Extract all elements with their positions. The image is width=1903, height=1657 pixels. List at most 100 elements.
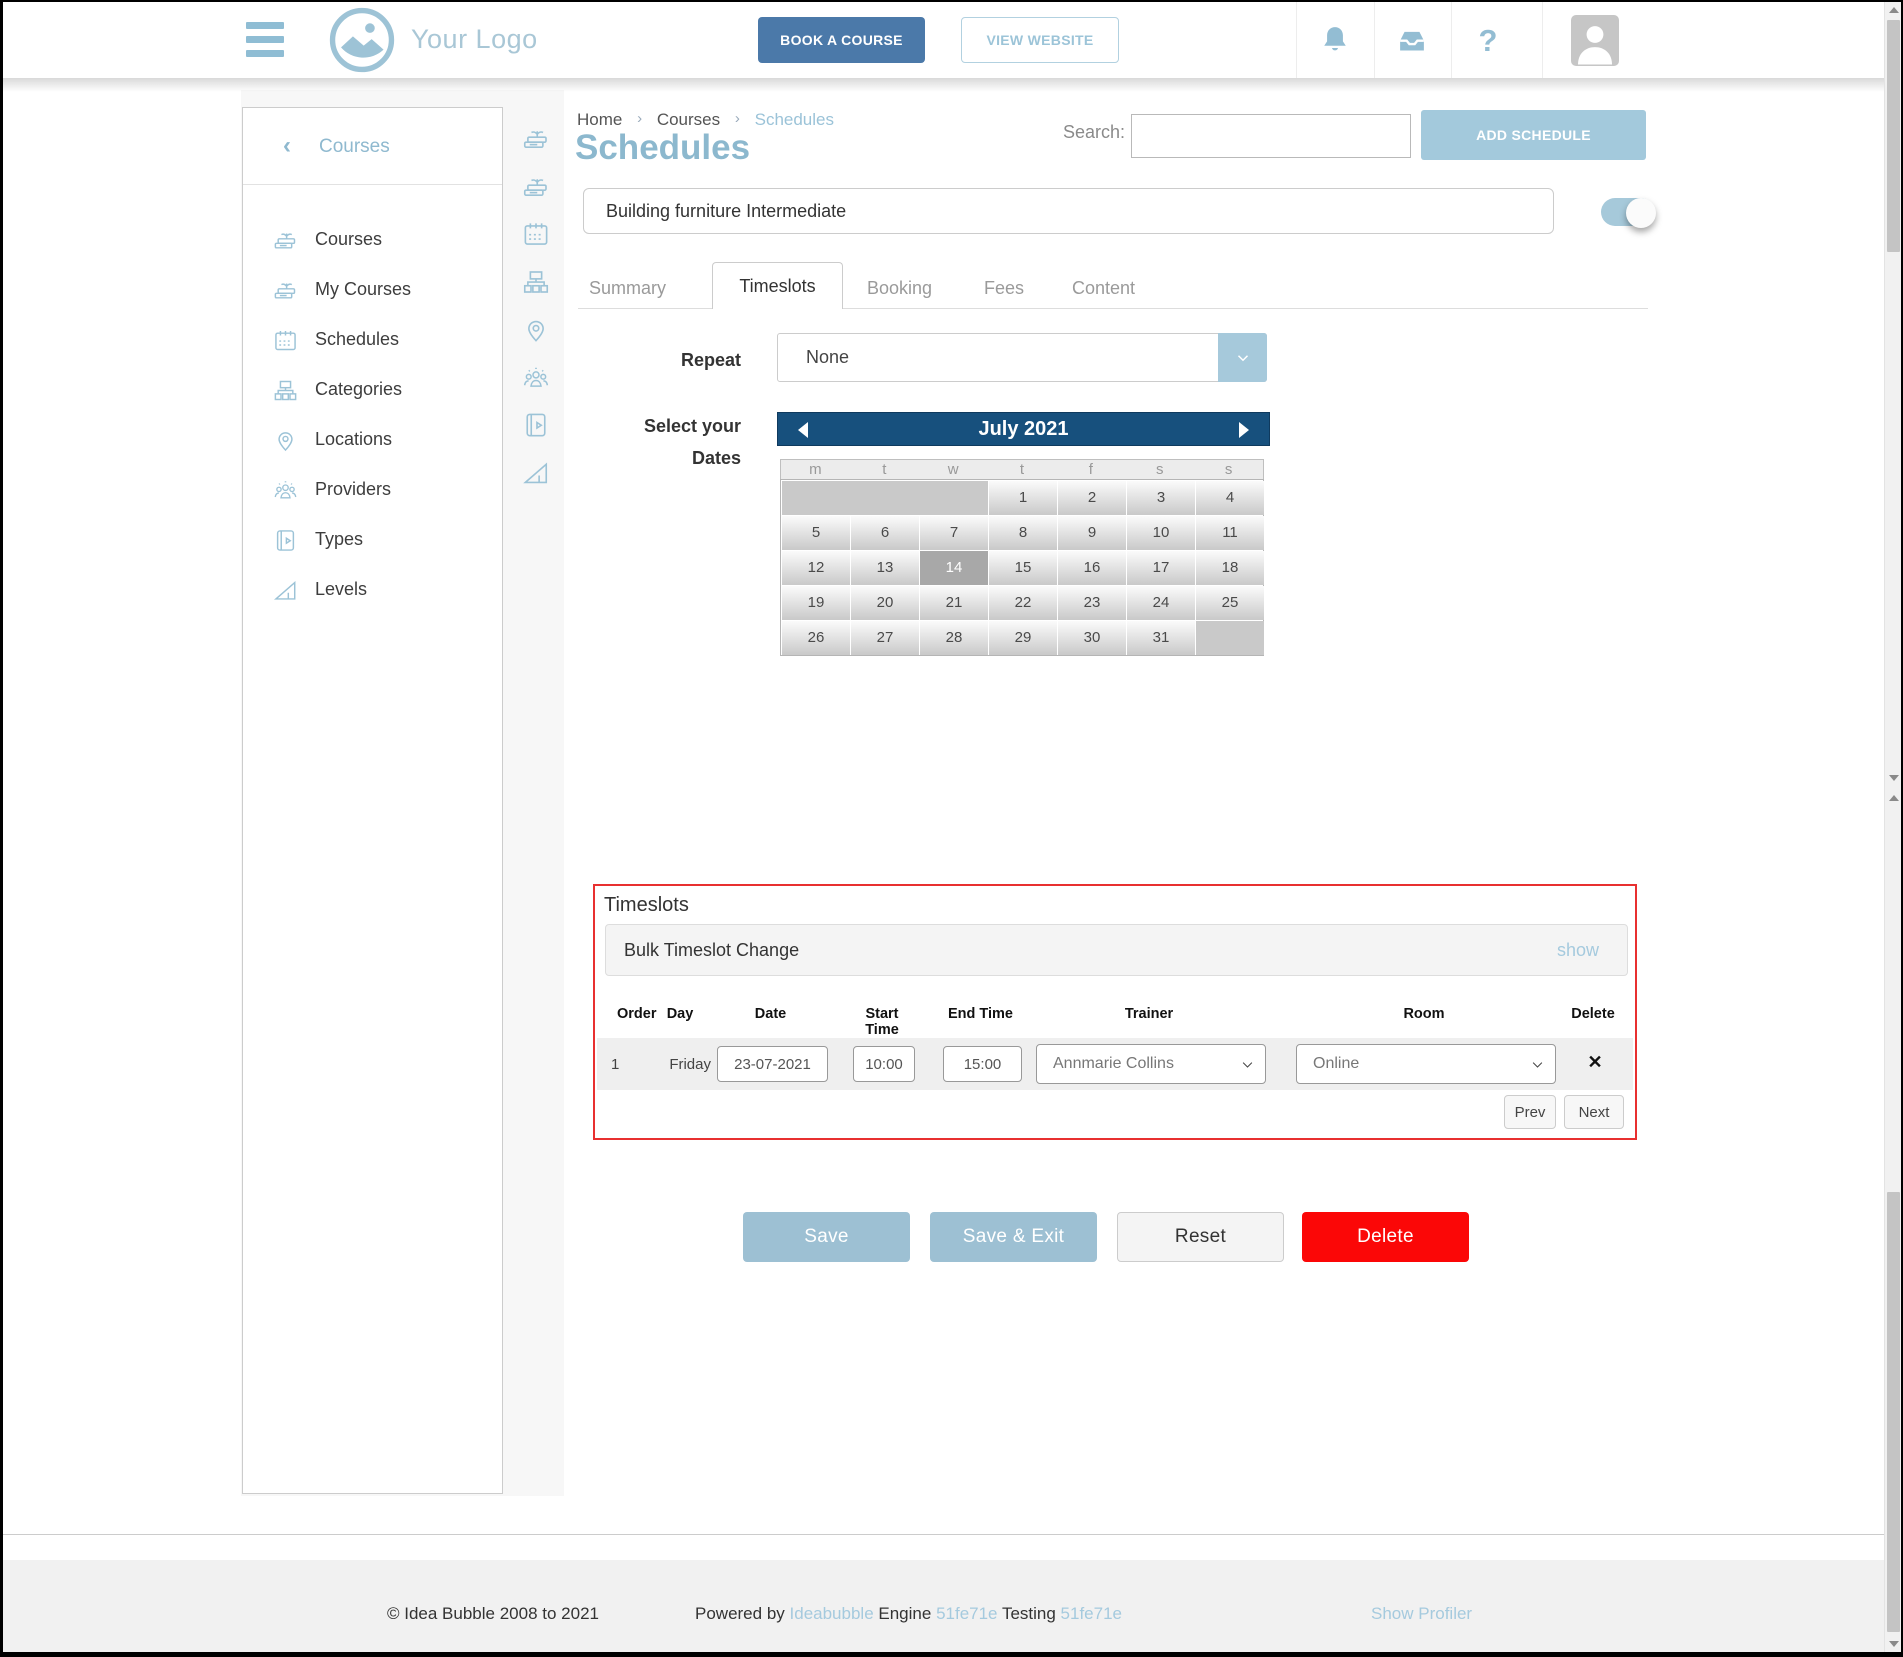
save-exit-button[interactable]: Save & Exit bbox=[930, 1212, 1097, 1262]
room-select[interactable]: Online bbox=[1296, 1044, 1556, 1084]
logo-text: Your Logo bbox=[411, 24, 538, 55]
courses-icon[interactable] bbox=[521, 124, 551, 154]
menu-icon[interactable] bbox=[246, 22, 284, 58]
avatar[interactable] bbox=[1571, 15, 1619, 66]
calendar-day[interactable]: 31 bbox=[1127, 621, 1195, 655]
calendar-day[interactable]: 30 bbox=[1058, 621, 1126, 655]
calendar-day[interactable]: 2 bbox=[1058, 481, 1126, 515]
providers-icon[interactable] bbox=[521, 363, 551, 393]
scrollbar-thumb[interactable] bbox=[1887, 1192, 1900, 1632]
categories-icon[interactable] bbox=[521, 267, 551, 297]
ideabubble-link[interactable]: Ideabubble bbox=[790, 1604, 874, 1623]
calendar-prev-month-icon[interactable] bbox=[798, 422, 808, 438]
calendar-day[interactable]: 1 bbox=[989, 481, 1057, 515]
calendar-day[interactable]: 19 bbox=[782, 586, 850, 620]
timeslot-date-input[interactable] bbox=[717, 1046, 828, 1082]
calendar-day[interactable]: 24 bbox=[1127, 586, 1195, 620]
repeat-select[interactable]: None bbox=[777, 333, 1267, 382]
view-website-button[interactable]: VIEW WEBSITE bbox=[961, 17, 1119, 63]
sidebar-item-levels[interactable]: Levels bbox=[243, 566, 502, 616]
calendar-day[interactable]: 20 bbox=[851, 586, 919, 620]
sidebar-item-locations[interactable]: Locations bbox=[243, 416, 502, 466]
inbox-icon[interactable] bbox=[1393, 22, 1431, 60]
book-a-course-button[interactable]: BOOK A COURSE bbox=[758, 17, 925, 63]
prev-button[interactable]: Prev bbox=[1504, 1095, 1556, 1129]
tab-summary[interactable]: Summary bbox=[589, 278, 666, 299]
trainer-select[interactable]: Annmarie Collins bbox=[1036, 1044, 1266, 1084]
save-button[interactable]: Save bbox=[743, 1212, 910, 1262]
powered-by-text: Powered by Ideabubble Engine 51fe71e Tes… bbox=[695, 1604, 1122, 1624]
tab-timeslots[interactable]: Timeslots bbox=[712, 262, 843, 309]
calendar-day[interactable]: 10 bbox=[1127, 516, 1195, 550]
sidebar-back-header[interactable]: ‹ Courses bbox=[243, 108, 502, 185]
column-header-end-time: End Time bbox=[941, 1006, 1020, 1022]
calendar-day-selected[interactable]: 14 bbox=[920, 551, 988, 585]
scrollbar-down-icon[interactable] bbox=[1889, 1641, 1899, 1647]
breadcrumb-home[interactable]: Home bbox=[577, 110, 622, 129]
calendar-day[interactable]: 23 bbox=[1058, 586, 1126, 620]
sidebar-item-providers[interactable]: Providers bbox=[243, 466, 502, 516]
search-input[interactable] bbox=[1131, 114, 1411, 158]
course-name-input[interactable] bbox=[583, 188, 1554, 234]
calendar-day[interactable]: 12 bbox=[782, 551, 850, 585]
scrollbar-up-icon[interactable] bbox=[1889, 795, 1899, 801]
calendar-day[interactable]: 21 bbox=[920, 586, 988, 620]
calendar-day[interactable]: 22 bbox=[989, 586, 1057, 620]
timeslot-end-time-input[interactable] bbox=[943, 1046, 1022, 1082]
sidebar-item-courses[interactable]: Courses bbox=[243, 216, 502, 266]
reset-button[interactable]: Reset bbox=[1117, 1212, 1284, 1262]
delete-timeslot-button[interactable]: ✕ bbox=[1571, 1052, 1619, 1073]
engine-version-link[interactable]: 51fe71e bbox=[936, 1604, 997, 1623]
calendar-day[interactable]: 16 bbox=[1058, 551, 1126, 585]
bell-icon[interactable] bbox=[1316, 22, 1354, 60]
schedules-icon[interactable] bbox=[521, 219, 551, 249]
tab-content[interactable]: Content bbox=[1072, 278, 1135, 299]
calendar-day[interactable]: 27 bbox=[851, 621, 919, 655]
calendar-day[interactable]: 9 bbox=[1058, 516, 1126, 550]
scrollbar-up-icon[interactable] bbox=[1889, 7, 1899, 13]
bulk-show-link[interactable]: show bbox=[1557, 940, 1599, 961]
logo-icon[interactable] bbox=[328, 6, 396, 74]
calendar-day[interactable]: 4 bbox=[1196, 481, 1264, 515]
timeslot-start-time-input[interactable] bbox=[853, 1046, 915, 1082]
tab-fees[interactable]: Fees bbox=[984, 278, 1024, 299]
calendar-day[interactable]: 25 bbox=[1196, 586, 1264, 620]
calendar-day[interactable]: 8 bbox=[989, 516, 1057, 550]
locations-icon[interactable] bbox=[521, 315, 551, 345]
calendar-day[interactable]: 29 bbox=[989, 621, 1057, 655]
calendar-day[interactable]: 17 bbox=[1127, 551, 1195, 585]
show-profiler-link[interactable]: Show Profiler bbox=[1371, 1604, 1472, 1624]
types-icon[interactable] bbox=[521, 410, 551, 440]
tab-booking[interactable]: Booking bbox=[867, 278, 932, 299]
help-icon[interactable]: ? bbox=[1473, 22, 1503, 60]
calendar-day[interactable]: 5 bbox=[782, 516, 850, 550]
levels-icon[interactable] bbox=[521, 458, 551, 488]
calendar-day[interactable]: 11 bbox=[1196, 516, 1264, 550]
breadcrumb-courses[interactable]: Courses bbox=[657, 110, 720, 129]
course-active-toggle[interactable] bbox=[1601, 198, 1655, 226]
calendar-day[interactable]: 18 bbox=[1196, 551, 1264, 585]
levels-icon bbox=[272, 577, 299, 604]
calendar-day[interactable]: 6 bbox=[851, 516, 919, 550]
calendar-day[interactable]: 15 bbox=[989, 551, 1057, 585]
scrollbar-thumb[interactable] bbox=[1887, 20, 1900, 252]
calendar-day[interactable]: 7 bbox=[920, 516, 988, 550]
delete-button[interactable]: Delete bbox=[1302, 1212, 1469, 1262]
calendar-day[interactable]: 13 bbox=[851, 551, 919, 585]
add-schedule-button[interactable]: ADD SCHEDULE bbox=[1421, 110, 1646, 160]
calendar-next-month-icon[interactable] bbox=[1239, 422, 1249, 438]
sidebar-item-my-courses[interactable]: My Courses bbox=[243, 266, 502, 316]
calendar-day[interactable]: 26 bbox=[782, 621, 850, 655]
calendar-day[interactable]: 3 bbox=[1127, 481, 1195, 515]
sidebar-item-types[interactable]: Types bbox=[243, 516, 502, 566]
courses-icon[interactable] bbox=[521, 172, 551, 202]
sidebar-item-schedules[interactable]: Schedules bbox=[243, 316, 502, 366]
scrollbar[interactable] bbox=[1884, 2, 1901, 1652]
next-button[interactable]: Next bbox=[1564, 1095, 1624, 1129]
calendar-day[interactable]: 28 bbox=[920, 621, 988, 655]
scrollbar-down-icon[interactable] bbox=[1889, 775, 1899, 781]
testing-version-link[interactable]: 51fe71e bbox=[1061, 1604, 1122, 1623]
sidebar-item-categories[interactable]: Categories bbox=[243, 366, 502, 416]
types-icon bbox=[272, 527, 299, 554]
app-window: Your Logo BOOK A COURSE VIEW WEBSITE ? ‹… bbox=[0, 0, 1903, 1657]
